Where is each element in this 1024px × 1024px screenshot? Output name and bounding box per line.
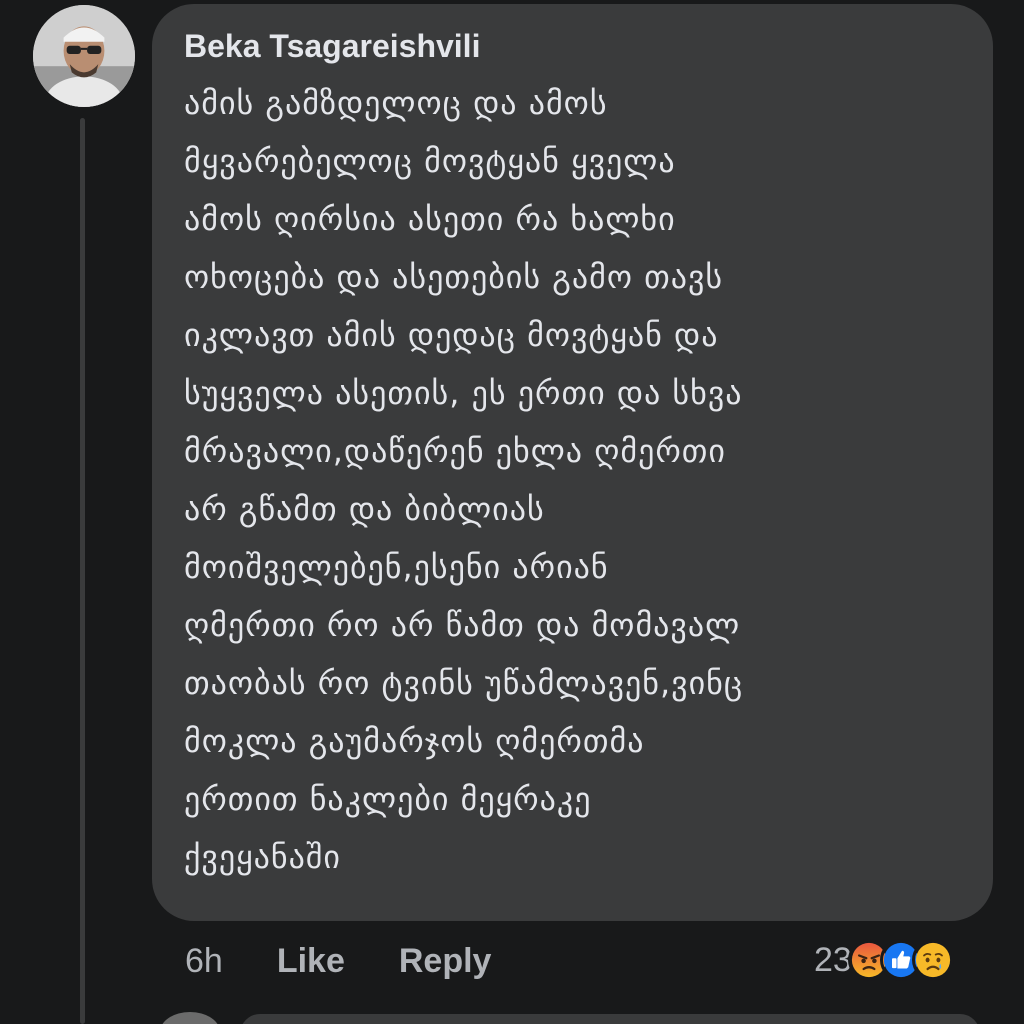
next-comment-bubble (240, 1014, 980, 1024)
reply-button[interactable]: Reply (399, 942, 492, 981)
timestamp[interactable]: 6h (185, 942, 223, 981)
avatar[interactable] (33, 5, 135, 107)
comment-bubble: Beka Tsagareishvili ამის გამზდელოც და ამ… (152, 4, 993, 921)
comment-line: ქვეყანაში (184, 838, 341, 876)
author-name[interactable]: Beka Tsagareishvili (184, 26, 963, 66)
comment-line: ამის გამზდელოც და ამოს (184, 84, 608, 122)
reaction-summary[interactable]: 23 (814, 935, 954, 985)
comment-thread: Beka Tsagareishvili ამის გამზდელოც და ამ… (0, 0, 1024, 1024)
thread-line (80, 118, 85, 1024)
reaction-count: 23 (814, 940, 852, 979)
comment-line: ოხოცება და ასეთების გამო თავს (184, 258, 724, 296)
sad-icon (911, 939, 954, 981)
like-button[interactable]: Like (277, 942, 345, 981)
comment-line: ამოს ღირსია ასეთი რა ხალხი (184, 200, 676, 238)
comment-line: თაობას რო ტვინს უწამლავენ,ვინც (184, 664, 744, 702)
comment-actions: 6h Like Reply (185, 938, 545, 984)
next-comment-avatar[interactable] (160, 1012, 220, 1024)
comment-line: მოკლა გაუმარჯოს ღმერთმა (184, 722, 645, 760)
comment-line: იკლავთ ამის დედაც მოვტყან და (184, 316, 719, 354)
comment-line: მრავალი,დაწერენ ეხლა ღმერთი (184, 432, 726, 470)
comment-line: არ გწამთ და ბიბლიას (184, 490, 545, 528)
comment-line: ერთით ნაკლები მეყრაკე (184, 780, 592, 818)
comment-line: მყვარებელოც მოვტყან ყველა (184, 142, 676, 180)
comment-line: ღმერთი რო არ წამთ და მომავალ (184, 606, 741, 644)
comment-line: სუყველა ასეთის, ეს ერთი და სხვა (184, 374, 743, 412)
comment-line: მოიშველებენ,ესენი არიან (184, 548, 609, 586)
avatar-photo (33, 5, 135, 107)
comment-text: ამის გამზდელოც და ამოს მყვარებელოც მოვტყ… (184, 74, 963, 886)
